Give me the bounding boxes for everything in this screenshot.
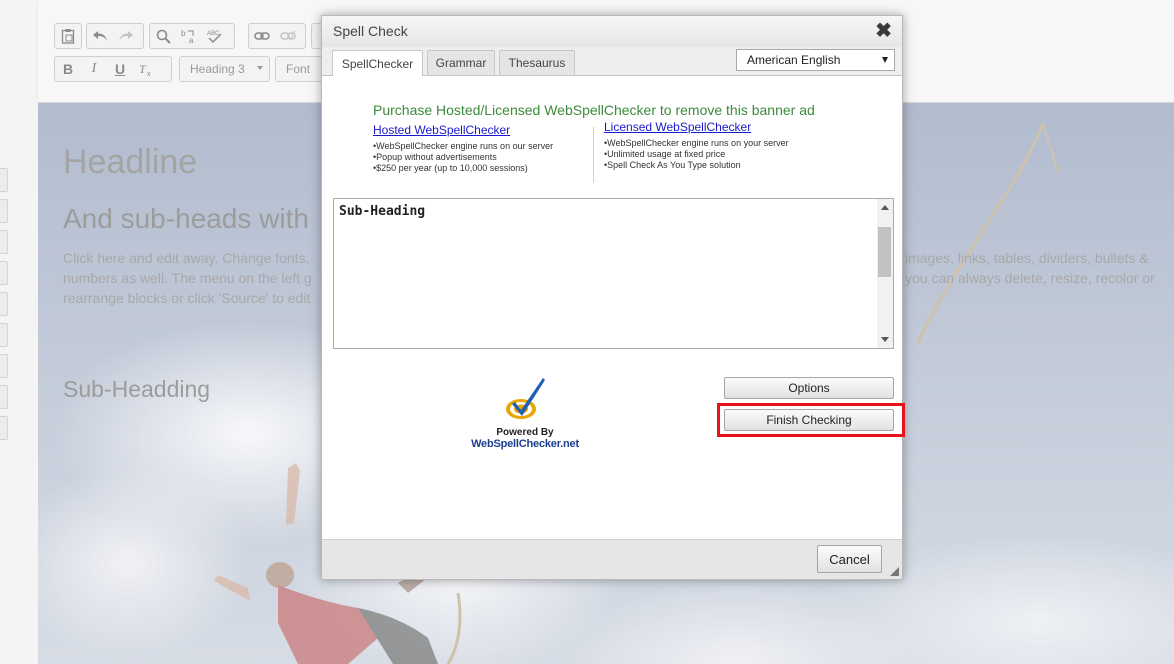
licensed-link[interactable]: Licensed WebSpellChecker: [604, 120, 789, 134]
chevron-down-icon: [257, 66, 263, 70]
find-icon[interactable]: [150, 24, 176, 48]
banner-licensed: Licensed WebSpellChecker WebSpellChecker…: [604, 120, 789, 171]
hosted-bullets: WebSpellChecker engine runs on our serve…: [373, 141, 553, 174]
list-item: Popup without advertisements: [373, 152, 553, 163]
page-body-left[interactable]: Click here and edit away. Change fonts, …: [63, 248, 333, 308]
svg-text:T: T: [139, 62, 147, 76]
tab-thesaurus[interactable]: Thesaurus: [499, 50, 575, 75]
underline-button[interactable]: U: [107, 57, 133, 81]
banner-hosted: Hosted WebSpellChecker WebSpellChecker e…: [373, 123, 553, 174]
options-button[interactable]: Options: [724, 377, 894, 399]
resize-grip-icon[interactable]: [890, 567, 899, 576]
page-headline[interactable]: Headline: [63, 143, 197, 182]
font-combo[interactable]: Font: [275, 56, 325, 82]
scroll-down-icon[interactable]: [881, 337, 889, 342]
spellcheck-icon[interactable]: ABC: [202, 24, 228, 48]
rail-tab[interactable]: [0, 385, 8, 409]
licensed-bullets: WebSpellChecker engine runs on your serv…: [604, 138, 789, 171]
scroll-up-icon[interactable]: [881, 205, 889, 210]
dialog-title: Spell Check: [333, 23, 408, 39]
format-combo[interactable]: Heading 3: [179, 56, 270, 82]
link-icon[interactable]: [249, 24, 275, 48]
rail-tab[interactable]: [0, 416, 8, 440]
history-group: [86, 23, 144, 49]
list-item: WebSpellChecker engine runs on our serve…: [373, 141, 553, 152]
check-text-content: Sub-Heading: [339, 204, 426, 219]
cancel-button[interactable]: Cancel: [817, 545, 882, 573]
banner-headline[interactable]: Purchase Hosted/Licensed WebSpellChecker…: [373, 102, 815, 118]
font-combo-label: Font: [286, 62, 311, 76]
list-item: WebSpellChecker engine runs on your serv…: [604, 138, 788, 149]
text-scrollbar[interactable]: [877, 199, 893, 348]
list-item: $250 per year (up to 10,000 sessions): [373, 163, 553, 174]
spell-check-dialog: Spell Check ✖ SpellChecker Grammar Thesa…: [321, 15, 905, 580]
check-text-area[interactable]: Sub-Heading: [333, 198, 894, 349]
hosted-link[interactable]: Hosted WebSpellChecker: [373, 123, 553, 137]
rail-tab[interactable]: [0, 261, 8, 285]
clipboard-group: [54, 23, 82, 49]
svg-text:a: a: [189, 36, 194, 44]
chevron-down-icon: [882, 57, 888, 63]
format-combo-label: Heading 3: [190, 62, 245, 76]
close-icon[interactable]: ✖: [875, 19, 892, 43]
unlink-icon[interactable]: [275, 24, 301, 48]
svg-text:x: x: [147, 71, 151, 76]
banner-divider: [593, 127, 594, 183]
rail-tab[interactable]: [0, 168, 8, 192]
language-select-value: American English: [747, 53, 841, 67]
rail-tab[interactable]: [0, 199, 8, 223]
language-select[interactable]: American English: [736, 49, 895, 71]
italic-button[interactable]: I: [81, 57, 107, 81]
rail-tab[interactable]: [0, 323, 8, 347]
dialog-titlebar[interactable]: Spell Check ✖: [322, 16, 902, 48]
page-subhead[interactable]: And sub-heads with: [63, 203, 309, 235]
rail-tab[interactable]: [0, 292, 8, 316]
tab-spellchecker[interactable]: SpellChecker: [332, 50, 423, 76]
rail-tab[interactable]: [0, 230, 8, 254]
logo-brand: WebSpellChecker.net: [471, 438, 579, 450]
undo-icon[interactable]: [87, 24, 113, 48]
basic-styles-group: B I U Tx: [54, 56, 172, 82]
paste-icon[interactable]: [55, 24, 81, 48]
left-rail: [0, 0, 38, 664]
page-body-right[interactable]: images, links, tables, dividers, bullets…: [905, 248, 1165, 288]
list-item: Spell Check As You Type solution: [604, 160, 789, 171]
link-group: [248, 23, 306, 49]
svg-text:b: b: [181, 29, 186, 38]
webspellchecker-logo[interactable]: Powered By WebSpellChecker.net: [470, 376, 580, 450]
replace-icon[interactable]: ba: [176, 24, 202, 48]
dialog-footer: Cancel: [322, 539, 902, 579]
dialog-tabs: SpellChecker Grammar Thesaurus American …: [322, 47, 902, 76]
editing-group: ba ABC: [149, 23, 235, 49]
rail-tab[interactable]: [0, 354, 8, 378]
page-subheading[interactable]: Sub-Headding: [63, 376, 210, 403]
logo-powered-by: Powered By: [496, 427, 554, 438]
scroll-thumb[interactable]: [878, 227, 891, 277]
remove-format-icon[interactable]: Tx: [133, 57, 159, 81]
tab-grammar[interactable]: Grammar: [427, 50, 495, 75]
redo-icon[interactable]: [113, 24, 139, 48]
bold-button[interactable]: B: [55, 57, 81, 81]
checkmark-target-icon: [506, 378, 545, 419]
list-item: Unlimited usage at fixed price: [604, 149, 789, 160]
highlight-annotation: [717, 403, 905, 437]
